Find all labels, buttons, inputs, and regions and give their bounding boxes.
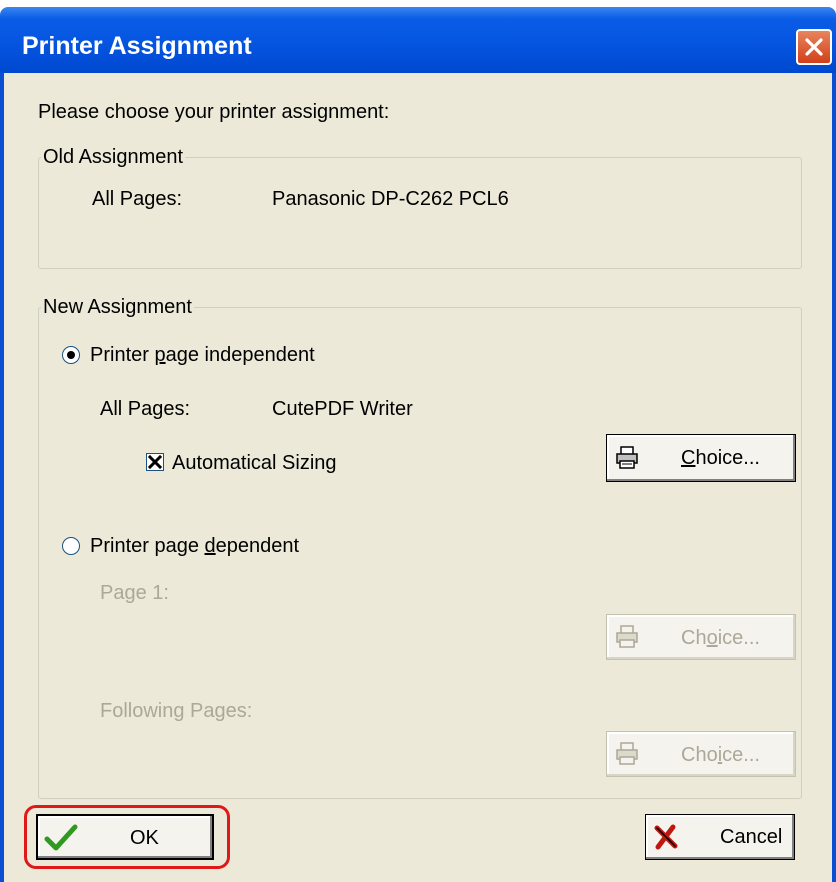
following-pages-label: Following Pages: bbox=[100, 700, 253, 722]
cancel-button-label: Cancel bbox=[720, 826, 783, 848]
checkmark-icon bbox=[44, 824, 78, 851]
printer-icon bbox=[616, 625, 638, 648]
new-printer-value: CutePDF Writer bbox=[272, 398, 413, 420]
old-all-pages-label: All Pages: bbox=[92, 188, 183, 210]
ok-button[interactable]: OK bbox=[36, 814, 214, 860]
checkmark-icon bbox=[147, 454, 163, 470]
radio-page-independent[interactable] bbox=[62, 346, 80, 364]
title-bar: Printer Assignment bbox=[0, 7, 836, 73]
radio-page-dependent[interactable] bbox=[62, 537, 80, 555]
page-independent-label[interactable]: Printer page independent bbox=[90, 344, 315, 366]
new-all-pages-label: All Pages: bbox=[100, 398, 191, 420]
choice-button-label: Choice... bbox=[681, 627, 760, 649]
page-dependent-label[interactable]: Printer page dependent bbox=[90, 535, 299, 557]
auto-sizing-label[interactable]: Automatical Sizing bbox=[172, 452, 337, 474]
close-icon bbox=[805, 38, 823, 56]
cross-icon bbox=[654, 824, 678, 850]
printer-icon bbox=[616, 446, 638, 469]
auto-sizing-checkbox[interactable] bbox=[146, 453, 164, 471]
old-printer-value: Panasonic DP-C262 PCL6 bbox=[272, 188, 509, 210]
window-title: Printer Assignment bbox=[22, 32, 252, 60]
choice-button-label: Choice... bbox=[681, 744, 760, 766]
close-button[interactable] bbox=[796, 29, 832, 65]
new-assignment-legend: New Assignment bbox=[41, 296, 194, 318]
ok-button-label: OK bbox=[130, 827, 159, 849]
prompt-text: Please choose your printer assignment: bbox=[38, 101, 390, 123]
choice-button-page1[interactable]: Choice... bbox=[606, 614, 796, 660]
old-assignment-group bbox=[38, 157, 802, 269]
cancel-button[interactable]: Cancel bbox=[645, 814, 795, 860]
choice-button-following-pages[interactable]: Choice... bbox=[606, 731, 796, 777]
printer-icon bbox=[616, 742, 638, 765]
old-assignment-legend: Old Assignment bbox=[41, 146, 186, 168]
page1-label: Page 1: bbox=[100, 582, 169, 604]
choice-button-all-pages[interactable]: Choice... bbox=[606, 434, 796, 482]
choice-button-label: Choice... bbox=[681, 447, 760, 469]
